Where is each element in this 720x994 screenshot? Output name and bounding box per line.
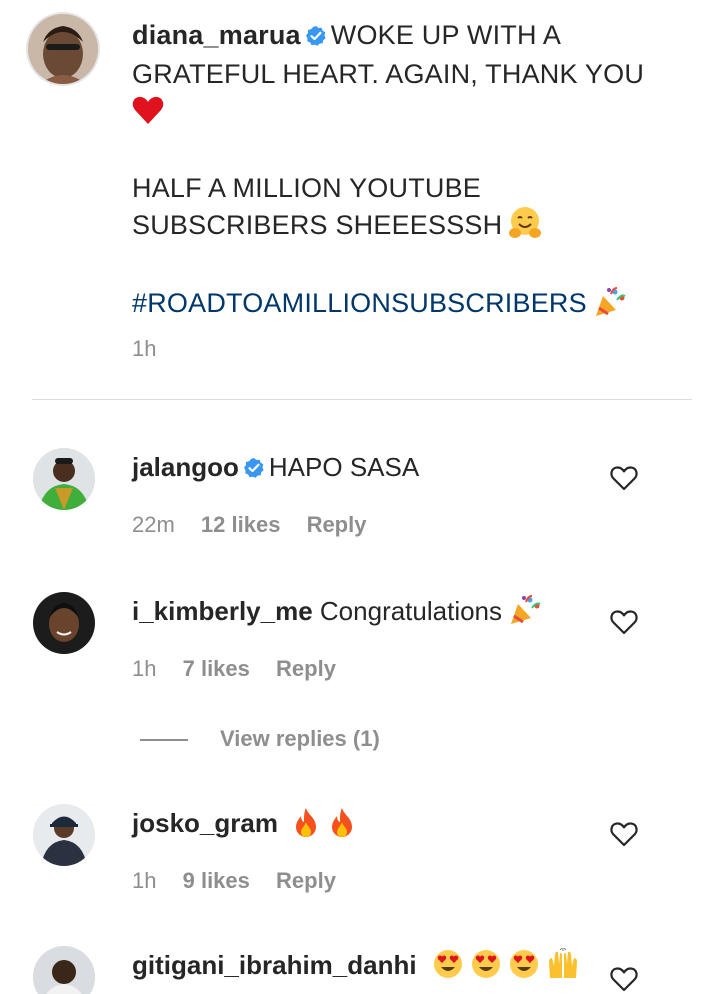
comment-username[interactable]: i_kimberly_me <box>132 596 313 626</box>
like-heart-icon[interactable] <box>610 821 638 847</box>
comment-josko-gram: josko_gram 1h 9 likes Reply <box>0 804 720 924</box>
comment-username[interactable]: jalangoo <box>132 452 239 482</box>
raising-hands-emoji <box>546 947 580 988</box>
reply-button[interactable]: Reply <box>276 868 336 893</box>
avatar-diana-marua[interactable] <box>28 14 98 84</box>
fire-emoji <box>327 806 357 846</box>
comment-timestamp: 1h <box>132 868 157 893</box>
heart-emoji <box>132 95 164 134</box>
heart-eyes-emoji <box>470 948 502 988</box>
party-popper-emoji <box>508 594 542 634</box>
avatar-i-kimberly-me[interactable] <box>33 592 95 654</box>
caption-line-2: HALF A MILLION YOUTUBE SUBSCRIBERS SHEEE… <box>132 173 503 240</box>
hashtag-link[interactable]: #ROADTOAMILLIONSUBSCRIBERS <box>132 288 587 318</box>
view-replies-button[interactable]: View replies (1) <box>140 726 380 756</box>
party-popper-emoji <box>593 286 627 327</box>
comment-likes[interactable]: 7 likes <box>183 656 250 681</box>
comment-body: HAPO SASA <box>268 452 420 482</box>
comment-text: i_kimberly_me Congratulations <box>132 594 542 634</box>
avatar-gitigani-ibrahim-danhi[interactable] <box>33 946 95 994</box>
like-heart-icon[interactable] <box>610 966 638 992</box>
comment-text: josko_gram <box>132 806 357 846</box>
comment-timestamp: 22m <box>132 512 175 537</box>
caption-divider <box>32 399 692 400</box>
caption-text: diana_marua WOKE UP WITH A GRATEFUL HEART… <box>132 17 652 327</box>
comment-meta: 22m 12 likes Reply <box>132 512 386 538</box>
like-heart-icon[interactable] <box>610 465 638 491</box>
heart-eyes-emoji <box>508 948 540 988</box>
verified-badge-icon <box>305 20 327 56</box>
comment-text: gitigani_ibrahim_danhi <box>132 947 580 988</box>
like-heart-icon[interactable] <box>610 609 638 635</box>
verified-badge-icon <box>243 453 265 487</box>
comment-body: Congratulations <box>319 596 503 626</box>
reply-button[interactable]: Reply <box>307 512 367 537</box>
caption-timestamp: 1h <box>132 336 157 361</box>
comment-timestamp: 1h <box>132 656 157 681</box>
comment-i-kimberly-me: i_kimberly_me Congratulations 1h 7 likes… <box>0 592 720 712</box>
comment-likes[interactable]: 12 likes <box>201 512 281 537</box>
comment-jalangoo: jalangoo HAPO SASA 22m 12 likes Reply <box>0 448 720 568</box>
avatar-josko-gram[interactable] <box>33 804 95 866</box>
post-caption: diana_marua WOKE UP WITH A GRATEFUL HEART… <box>0 0 720 400</box>
comment-username[interactable]: gitigani_ibrahim_danhi <box>132 950 417 980</box>
comment-meta: 1h 7 likes Reply <box>132 656 356 682</box>
comment-likes[interactable]: 9 likes <box>183 868 250 893</box>
hugging-face-emoji <box>508 206 542 249</box>
view-replies-line <box>140 739 188 742</box>
heart-eyes-emoji <box>432 948 464 988</box>
caption-username[interactable]: diana_marua <box>132 20 301 50</box>
view-replies-label: View replies (1) <box>220 726 380 751</box>
comment-gitigani-ibrahim-danhi: gitigani_ibrahim_danhi <box>0 946 720 994</box>
avatar-jalangoo[interactable] <box>33 448 95 510</box>
comment-username[interactable]: josko_gram <box>132 808 278 838</box>
comment-text: jalangoo HAPO SASA <box>132 450 419 487</box>
fire-emoji <box>291 806 321 846</box>
reply-button[interactable]: Reply <box>276 656 336 681</box>
comment-meta: 1h 9 likes Reply <box>132 868 356 894</box>
